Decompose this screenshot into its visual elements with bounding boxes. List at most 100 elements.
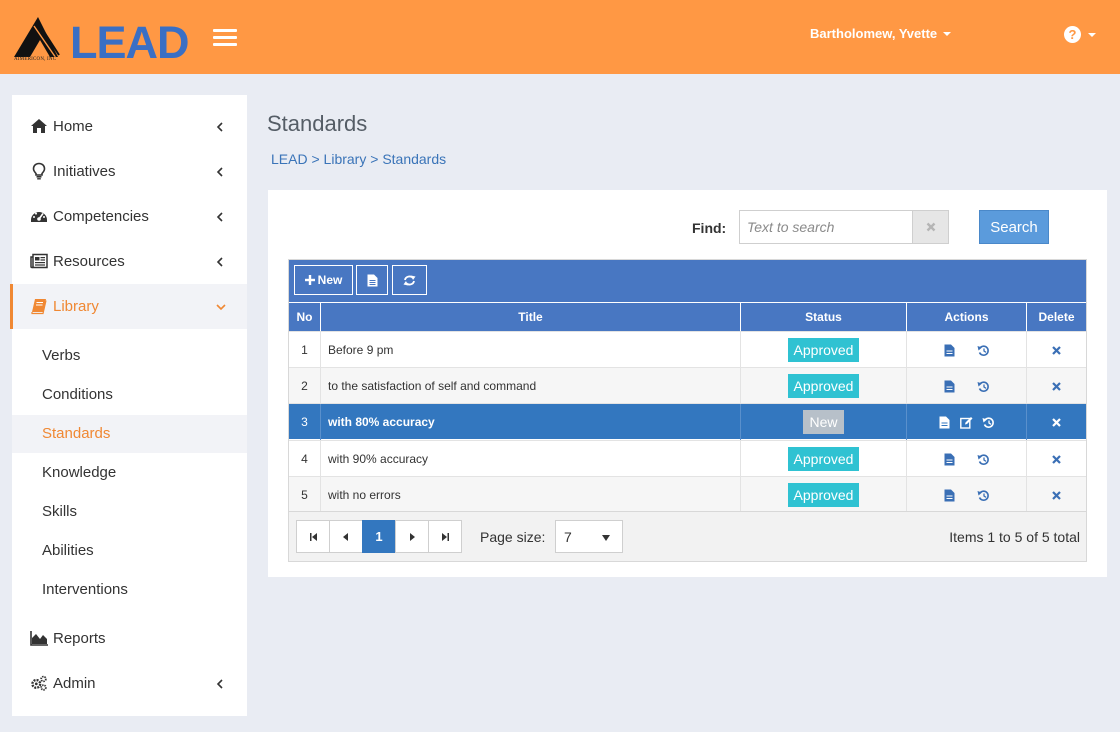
view-document-icon[interactable] bbox=[943, 344, 956, 357]
edit-icon[interactable] bbox=[960, 416, 973, 429]
sidebar-item-home[interactable]: Home bbox=[12, 104, 247, 149]
sidebar-subitem-verbs[interactable]: Verbs bbox=[12, 337, 247, 375]
sidebar-subitem-interventions[interactable]: Interventions bbox=[12, 571, 247, 609]
column-header-title[interactable]: Title bbox=[321, 302, 741, 331]
sidebar-subitem-conditions[interactable]: Conditions bbox=[12, 376, 247, 414]
next-page-button[interactable] bbox=[395, 520, 429, 553]
cogs-icon bbox=[31, 675, 47, 691]
delete-icon[interactable] bbox=[1052, 381, 1061, 391]
delete-icon[interactable] bbox=[1052, 417, 1061, 427]
status-badge: Approved bbox=[787, 483, 860, 507]
table-row[interactable]: 4 with 90% accuracy Approved bbox=[289, 440, 1086, 477]
sidebar-item-library[interactable]: Library bbox=[10, 284, 247, 329]
question-circle-icon: ? bbox=[1064, 26, 1081, 43]
chevron-left-icon bbox=[216, 212, 223, 222]
breadcrumb-link-library[interactable]: Library bbox=[324, 151, 367, 167]
sidebar: Home Initiatives Competencies Resources … bbox=[10, 95, 247, 716]
subitem-label: Conditions bbox=[42, 386, 113, 403]
cell-actions bbox=[907, 332, 1027, 368]
cell-no: 5 bbox=[289, 477, 321, 513]
cell-title: with 80% accuracy bbox=[321, 404, 741, 440]
table-row-selected[interactable]: 3 with 80% accuracy New bbox=[289, 403, 1086, 440]
delete-icon[interactable] bbox=[1052, 345, 1061, 355]
grid-toolbar: New bbox=[289, 260, 1086, 302]
search-input[interactable] bbox=[739, 210, 913, 244]
search-button[interactable]: Search bbox=[979, 210, 1049, 244]
status-badge: Approved bbox=[787, 374, 860, 398]
last-page-button[interactable] bbox=[428, 520, 462, 553]
subitem-label: Standards bbox=[42, 425, 111, 442]
delete-icon[interactable] bbox=[1052, 454, 1061, 464]
first-page-icon bbox=[309, 532, 317, 541]
prev-page-button[interactable] bbox=[329, 520, 363, 553]
sidebar-subitem-standards[interactable]: Standards bbox=[12, 415, 247, 453]
newspaper-icon bbox=[30, 253, 48, 269]
export-button[interactable] bbox=[356, 265, 388, 295]
cell-delete bbox=[1027, 332, 1086, 368]
cell-status: New bbox=[741, 404, 907, 440]
delete-icon[interactable] bbox=[1052, 490, 1061, 500]
table-row[interactable]: 1 Before 9 pm Approved bbox=[289, 331, 1086, 368]
cell-title: to the satisfaction of self and command bbox=[321, 368, 741, 404]
caret-down-icon bbox=[1088, 32, 1096, 37]
cell-title: Before 9 pm bbox=[321, 332, 741, 368]
view-document-icon[interactable] bbox=[943, 453, 956, 466]
column-header-no[interactable]: No bbox=[289, 302, 321, 331]
page-size-select[interactable]: 7 bbox=[555, 520, 623, 553]
breadcrumb-separator: > bbox=[370, 151, 379, 167]
sidebar-item-label: Initiatives bbox=[53, 163, 116, 180]
sidebar-item-reports[interactable]: Reports bbox=[12, 616, 247, 661]
prev-page-icon bbox=[343, 532, 348, 541]
history-icon[interactable] bbox=[977, 380, 990, 393]
breadcrumb-current[interactable]: Standards bbox=[382, 151, 446, 167]
sidebar-item-admin[interactable]: Admin bbox=[12, 661, 247, 706]
help-menu[interactable]: ? bbox=[1064, 26, 1096, 43]
chevron-left-icon bbox=[216, 679, 223, 689]
cell-delete bbox=[1027, 477, 1086, 513]
sidebar-subitem-knowledge[interactable]: Knowledge bbox=[12, 454, 247, 492]
subitem-label: Interventions bbox=[42, 581, 128, 598]
grid-header-row: No Title Status Actions Delete bbox=[289, 302, 1086, 331]
refresh-icon bbox=[403, 275, 416, 285]
sidebar-subitem-abilities[interactable]: Abilities bbox=[12, 532, 247, 570]
view-document-icon[interactable] bbox=[943, 380, 956, 393]
active-indicator bbox=[10, 284, 13, 329]
new-button[interactable]: New bbox=[294, 265, 353, 295]
cell-title: with 90% accuracy bbox=[321, 441, 741, 477]
view-document-icon[interactable] bbox=[943, 489, 956, 502]
last-page-icon bbox=[441, 532, 449, 541]
page-size-value: 7 bbox=[564, 529, 572, 545]
caret-down-icon bbox=[943, 31, 952, 36]
sidebar-item-initiatives[interactable]: Initiatives bbox=[12, 149, 247, 194]
sidebar-item-competencies[interactable]: Competencies bbox=[12, 194, 247, 239]
menu-toggle-icon[interactable] bbox=[213, 29, 237, 47]
first-page-button[interactable] bbox=[296, 520, 330, 553]
user-name: Bartholomew, Yvette bbox=[810, 26, 938, 41]
view-document-icon[interactable] bbox=[938, 416, 951, 429]
refresh-button[interactable] bbox=[392, 265, 427, 295]
history-icon[interactable] bbox=[977, 344, 990, 357]
cell-status: Approved bbox=[741, 332, 907, 368]
breadcrumb-link-lead[interactable]: LEAD bbox=[271, 151, 308, 167]
column-header-status[interactable]: Status bbox=[741, 302, 907, 331]
cell-actions bbox=[907, 477, 1027, 513]
history-icon[interactable] bbox=[977, 453, 990, 466]
grid-pager: 1 Page size: 7 Items 1 to 5 of 5 total bbox=[289, 511, 1086, 561]
page-number-button[interactable]: 1 bbox=[362, 520, 396, 553]
table-row[interactable]: 2 to the satisfaction of self and comman… bbox=[289, 367, 1086, 404]
sidebar-item-label: Competencies bbox=[53, 208, 149, 225]
cell-actions bbox=[907, 368, 1027, 404]
sidebar-item-resources[interactable]: Resources bbox=[12, 239, 247, 284]
user-menu[interactable]: Bartholomew, Yvette bbox=[810, 26, 952, 41]
caret-down-icon bbox=[602, 535, 610, 541]
sidebar-subitem-skills[interactable]: Skills bbox=[12, 493, 247, 531]
subitem-label: Skills bbox=[42, 503, 78, 520]
sidebar-item-label: Resources bbox=[53, 253, 125, 270]
history-icon[interactable] bbox=[977, 489, 990, 502]
table-row[interactable]: 5 with no errors Approved bbox=[289, 476, 1086, 513]
history-icon[interactable] bbox=[982, 416, 995, 429]
subitem-label: Abilities bbox=[42, 542, 94, 559]
clear-search-button[interactable] bbox=[912, 210, 949, 244]
sidebar-item-label: Home bbox=[53, 118, 94, 135]
items-info: Items 1 to 5 of 5 total bbox=[949, 529, 1080, 545]
